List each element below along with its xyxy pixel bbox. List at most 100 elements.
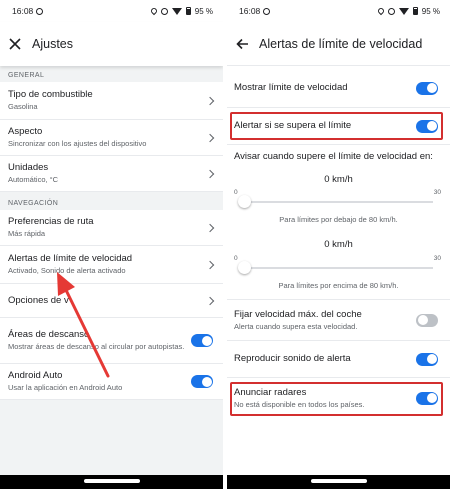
setting-fuel-type[interactable]: Tipo de combustible Gasolina: [0, 82, 223, 120]
slider-value: 0 km/h: [324, 239, 353, 250]
status-right: 95 %: [376, 6, 440, 16]
section-header-navigation: NAVEGACIÓN: [0, 192, 223, 210]
sync-icon: [263, 7, 271, 15]
setting-max-speed[interactable]: Fijar velocidad máx. del coche Alerta cua…: [227, 300, 450, 340]
app-bar: Alertas de límite de velocidad: [227, 22, 450, 66]
status-bar: 16:08 95 %: [0, 0, 223, 22]
setting-value: Gasolina: [8, 102, 38, 111]
slider-max: 30: [433, 189, 441, 196]
max-speed-toggle[interactable]: [416, 313, 438, 327]
setting-label: Aspecto: [8, 126, 43, 137]
setting-value: Sincronizar con los ajustes del disposit…: [8, 139, 147, 148]
speed-alerts-screen: 16:08 95 % Alertas de límite de velocida…: [227, 0, 450, 489]
chevron-right-icon: [205, 133, 215, 142]
slider-caption: Para límites por debajo de 80 km/h.: [279, 215, 398, 224]
arrow-back-icon[interactable]: [235, 37, 249, 51]
setting-label: Mostrar límite de velocidad: [234, 82, 348, 93]
close-icon[interactable]: [8, 37, 22, 51]
setting-alert-exceed[interactable]: Alertar si se supera el límite: [227, 108, 450, 144]
slider-value: 0 km/h: [324, 174, 353, 185]
setting-android-auto[interactable]: Android Auto Usar la aplicación en Androi…: [0, 364, 223, 400]
battery-icon: [185, 7, 191, 15]
android-auto-toggle[interactable]: [191, 375, 213, 388]
setting-label: Reproducir sonido de alerta: [234, 353, 351, 364]
alert-exceed-toggle[interactable]: [416, 119, 438, 133]
setting-voice-options[interactable]: Opciones de v: [0, 284, 223, 318]
slider-track: [244, 267, 433, 269]
dnd-icon: [160, 7, 168, 15]
battery-icon: [412, 7, 418, 15]
slider-above-80: 0 km/h 0 30 Para límites por encima de 8…: [227, 231, 450, 299]
settings-screen: 16:08 95 % Ajustes GENERAL Tipo de combu…: [0, 0, 223, 489]
chevron-right-icon: [205, 96, 215, 105]
dnd-icon: [387, 7, 395, 15]
setting-announce-radars[interactable]: Anunciar radares No está disponible en to…: [227, 378, 450, 418]
status-right: 95 %: [149, 6, 213, 16]
warn-heading: Avisar cuando supere el límite de veloci…: [234, 151, 433, 162]
setting-value: Activado, Sonido de alerta activado: [8, 266, 126, 275]
rest-areas-toggle[interactable]: [191, 334, 213, 347]
setting-label: Tipo de combustible: [8, 89, 93, 100]
setting-label: Fijar velocidad máx. del coche: [234, 308, 362, 320]
setting-alert-sound[interactable]: Reproducir sonido de alerta: [227, 341, 450, 377]
home-gesture-pill[interactable]: [310, 479, 367, 483]
wifi-icon: [398, 7, 409, 15]
wifi-icon: [171, 7, 182, 15]
slider-below-80: 0 km/h 0 30 Para límites por debajo de 8…: [227, 169, 450, 231]
setting-value: Usar la aplicación en Android Auto: [8, 383, 123, 392]
show-limit-toggle[interactable]: [416, 81, 438, 95]
status-bar: 16:08 95 %: [227, 0, 450, 22]
settings-list: GENERAL Tipo de combustible Gasolina Aspe…: [0, 66, 223, 489]
chevron-right-icon: [205, 260, 215, 269]
status-time: 16:08: [239, 6, 261, 16]
setting-label: Anunciar radares: [234, 386, 307, 398]
speed-slider[interactable]: 0 30: [234, 255, 443, 277]
alert-sound-toggle[interactable]: [416, 352, 438, 366]
setting-label: Áreas de descanso: [8, 329, 90, 340]
battery-level: 95 %: [194, 6, 213, 16]
setting-units[interactable]: Unidades Automático, °C: [0, 156, 223, 192]
system-nav-bar: [0, 475, 223, 489]
setting-show-limit[interactable]: Mostrar límite de velocidad: [227, 69, 450, 107]
slider-min: 0: [234, 255, 238, 262]
home-gesture-pill[interactable]: [83, 479, 140, 483]
chevron-right-icon: [205, 223, 215, 232]
section-header-general: GENERAL: [0, 66, 223, 82]
announce-radars-toggle[interactable]: [416, 391, 438, 405]
setting-value: Automático, °C: [8, 175, 59, 184]
slider-min: 0: [234, 189, 238, 196]
chevron-right-icon: [205, 296, 215, 305]
setting-value: Alerta cuando supera esta velocidad.: [234, 321, 358, 331]
speed-slider[interactable]: 0 30: [234, 189, 443, 211]
slider-caption: Para límites por encima de 80 km/h.: [278, 281, 399, 290]
slider-thumb[interactable]: [238, 195, 251, 208]
system-nav-bar: [227, 475, 450, 489]
chevron-right-icon: [205, 169, 215, 178]
warn-heading-row: Avisar cuando supere el límite de veloci…: [227, 145, 450, 169]
setting-label: Preferencias de ruta: [8, 216, 94, 227]
setting-value: Mostrar áreas de descanso al circular po…: [8, 342, 185, 351]
setting-label: Alertar si se supera el límite: [234, 120, 352, 131]
page-title: Ajustes: [32, 37, 73, 51]
slider-track: [244, 201, 433, 203]
location-icon: [149, 6, 159, 16]
setting-route-preferences[interactable]: Preferencias de ruta Más rápida: [0, 210, 223, 246]
setting-rest-areas[interactable]: Áreas de descanso Mostrar áreas de descan…: [0, 318, 223, 364]
setting-value: No está disponible en todos los países.: [234, 399, 365, 409]
setting-value: Más rápida: [8, 229, 46, 238]
slider-thumb[interactable]: [238, 261, 251, 274]
setting-label: Alertas de límite de velocidad: [8, 253, 133, 264]
status-time: 16:08: [12, 6, 34, 16]
speed-alert-settings: Mostrar límite de velocidad Alertar si s…: [227, 66, 450, 489]
setting-speed-limit-alerts[interactable]: Alertas de límite de velocidad Activado, …: [0, 246, 223, 284]
page-title: Alertas de límite de velocidad: [259, 36, 423, 51]
sync-icon: [36, 7, 44, 15]
setting-appearance[interactable]: Aspecto Sincronizar con los ajustes del d…: [0, 120, 223, 156]
battery-level: 95 %: [421, 6, 440, 16]
setting-label: Unidades: [8, 162, 49, 173]
slider-max: 30: [433, 255, 441, 262]
location-icon: [376, 6, 386, 16]
setting-label: Opciones de v: [8, 294, 69, 306]
setting-label: Android Auto: [8, 370, 63, 381]
app-bar: Ajustes: [0, 22, 223, 66]
